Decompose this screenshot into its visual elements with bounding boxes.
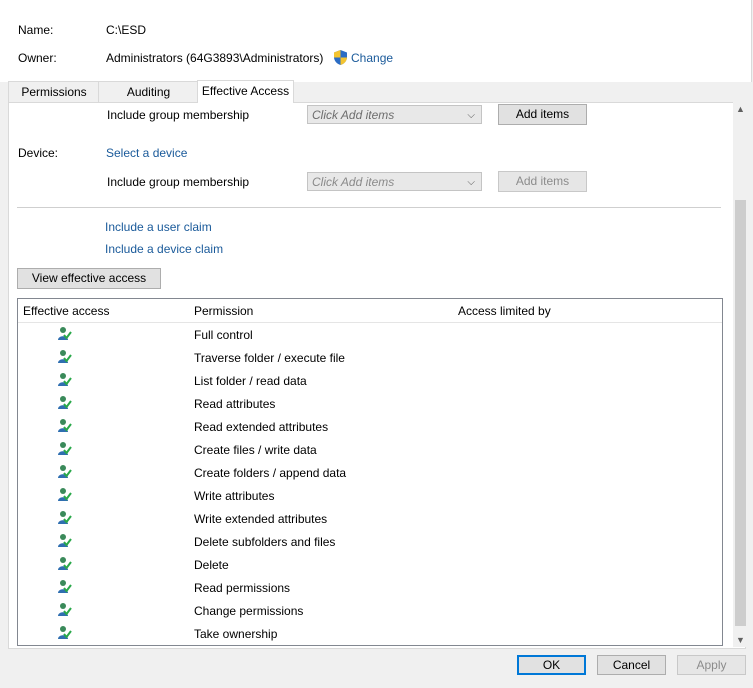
permission-name: List folder / read data: [194, 374, 307, 388]
table-row[interactable]: Traverse folder / execute file: [18, 346, 722, 369]
permission-name: Full control: [194, 328, 253, 342]
name-value: C:\ESD: [106, 23, 147, 37]
permission-name: Read extended attributes: [194, 420, 329, 434]
cancel-label: Cancel: [612, 658, 651, 672]
user-add-items-button[interactable]: Add items: [498, 104, 587, 125]
effective-access-user-icon: [56, 533, 72, 549]
tab-effective-access[interactable]: Effective Access: [197, 80, 294, 103]
ok-button[interactable]: OK: [517, 655, 586, 675]
change-owner-link[interactable]: Change: [351, 51, 393, 65]
column-access-limited-by[interactable]: Access limited by: [458, 304, 551, 318]
table-row[interactable]: Delete: [18, 553, 722, 576]
permission-name: Write extended attributes: [194, 512, 328, 526]
tab-effective-access-label: Effective Access: [201, 84, 290, 98]
effective-access-user-icon: [56, 510, 72, 526]
section-divider: [17, 207, 721, 208]
chevron-down-icon: ⌵: [467, 177, 475, 188]
select-device-link[interactable]: Select a device: [106, 146, 187, 160]
cancel-button[interactable]: Cancel: [597, 655, 666, 675]
apply-button: Apply: [677, 655, 746, 675]
permission-name: Delete subfolders and files: [194, 535, 336, 549]
ok-label: OK: [542, 658, 561, 672]
view-effective-access-button[interactable]: View effective access: [17, 268, 161, 289]
uac-shield-icon: [333, 49, 348, 66]
effective-access-user-icon: [56, 441, 72, 457]
table-row[interactable]: Read extended attributes: [18, 415, 722, 438]
tab-permissions[interactable]: Permissions: [8, 81, 100, 102]
permission-name: Create files / write data: [194, 443, 317, 457]
device-label: Device:: [18, 146, 59, 160]
effective-access-user-icon: [56, 349, 72, 365]
effective-access-panel: Include group membership Click Add items…: [8, 102, 746, 649]
table-row[interactable]: Write attributes: [18, 484, 722, 507]
permission-name: Read attributes: [194, 397, 276, 411]
owner-value: Administrators (64G3893\Administrators): [106, 51, 324, 65]
user-add-items-label: Add items: [515, 107, 570, 121]
panel-scrollbar[interactable]: ▲ ▼: [733, 102, 748, 647]
effective-access-user-icon: [56, 487, 72, 503]
permission-name: Delete: [194, 558, 229, 572]
view-effective-access-label: View effective access: [31, 271, 147, 285]
permission-name: Write attributes: [194, 489, 275, 503]
permission-name: Change permissions: [194, 604, 304, 618]
name-label: Name:: [18, 23, 54, 37]
column-permission[interactable]: Permission: [194, 304, 253, 318]
chevron-down-icon: ⌵: [467, 110, 475, 121]
table-row[interactable]: List folder / read data: [18, 369, 722, 392]
grid-header: Effective access Permission Access limit…: [18, 299, 722, 323]
table-row[interactable]: Write extended attributes: [18, 507, 722, 530]
effective-access-user-icon: [56, 464, 72, 480]
include-device-claim-link[interactable]: Include a device claim: [105, 242, 223, 256]
scroll-up-icon[interactable]: ▲: [733, 104, 748, 114]
dialog-header: Name: C:\ESD Owner: Administrators (64G3…: [0, 0, 752, 82]
user-include-group-label: Include group membership: [107, 108, 250, 122]
effective-access-user-icon: [56, 395, 72, 411]
owner-label: Owner:: [18, 51, 57, 65]
scroll-down-icon[interactable]: ▼: [733, 635, 748, 645]
effective-access-grid: Effective access Permission Access limit…: [17, 298, 723, 646]
effective-access-user-icon: [56, 372, 72, 388]
permission-name: Take ownership: [194, 627, 278, 641]
effective-access-user-icon: [56, 625, 72, 641]
table-row[interactable]: Change permissions: [18, 599, 722, 622]
permission-name: Read permissions: [194, 581, 291, 595]
effective-access-user-icon: [56, 579, 72, 595]
tab-auditing-label: Auditing: [126, 85, 171, 99]
table-row[interactable]: Create folders / append data: [18, 461, 722, 484]
effective-access-user-icon: [56, 556, 72, 572]
device-add-items-button: Add items: [498, 171, 587, 192]
user-group-combo-text: Click Add items: [312, 108, 395, 122]
column-effective-access[interactable]: Effective access: [23, 304, 109, 318]
table-row[interactable]: Delete subfolders and files: [18, 530, 722, 553]
device-add-items-label: Add items: [515, 174, 570, 188]
table-row[interactable]: Create files / write data: [18, 438, 722, 461]
effective-access-user-icon: [56, 418, 72, 434]
effective-access-user-icon: [56, 602, 72, 618]
table-row[interactable]: Take ownership: [18, 622, 722, 645]
apply-label: Apply: [696, 658, 727, 672]
include-user-claim-link[interactable]: Include a user claim: [105, 220, 212, 234]
table-row[interactable]: Full control: [18, 323, 722, 346]
device-group-combo-text: Click Add items: [312, 175, 395, 189]
device-group-combo: Click Add items ⌵: [307, 172, 482, 191]
table-row[interactable]: Read attributes: [18, 392, 722, 415]
scrollbar-thumb[interactable]: [735, 200, 746, 626]
user-group-combo[interactable]: Click Add items ⌵: [307, 105, 482, 124]
permission-name: Create folders / append data: [194, 466, 347, 480]
permission-name: Traverse folder / execute file: [194, 351, 345, 365]
device-include-group-label: Include group membership: [107, 175, 250, 189]
table-row[interactable]: Read permissions: [18, 576, 722, 599]
effective-access-user-icon: [56, 326, 72, 342]
tab-auditing[interactable]: Auditing: [98, 81, 199, 102]
tab-permissions-label: Permissions: [21, 85, 87, 99]
